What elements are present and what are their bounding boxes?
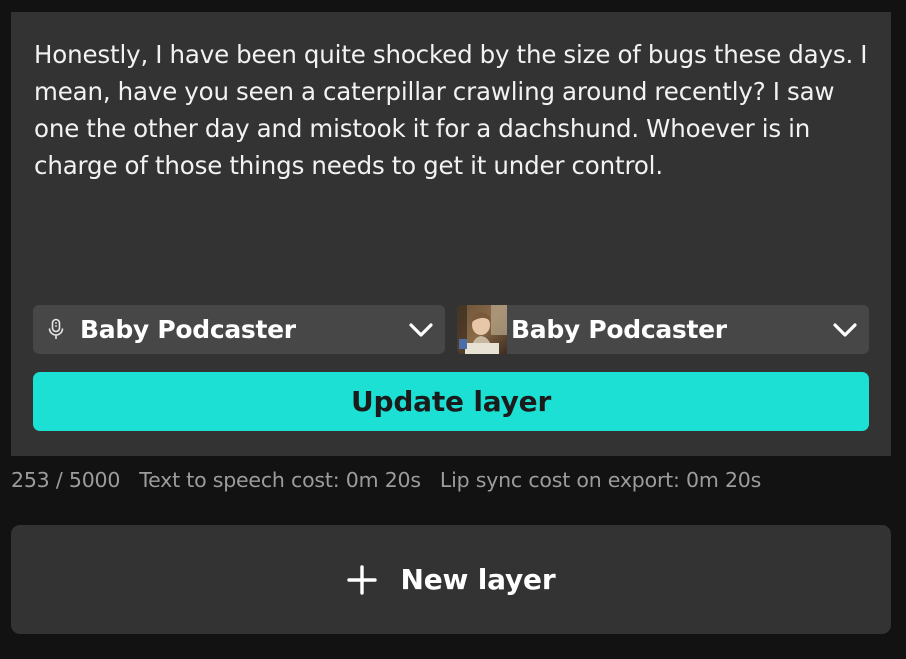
microphone-icon (48, 318, 64, 339)
tts-cost: Text to speech cost: 0m 20s (139, 468, 421, 492)
chevron-down-icon (409, 323, 433, 337)
voice-dropdown[interactable]: Baby Podcaster (33, 305, 445, 354)
layer-stats: 253 / 5000 Text to speech cost: 0m 20s Lip… (11, 466, 761, 494)
new-layer-label: New layer (400, 563, 556, 596)
new-layer-button[interactable]: New layer (11, 525, 891, 634)
lip-sync-cost: Lip sync cost on export: 0m 20s (439, 468, 762, 492)
avatar-dropdown[interactable]: Baby Podcaster (457, 305, 869, 354)
plus-icon (346, 564, 377, 595)
update-layer-button[interactable]: Update layer (33, 372, 869, 431)
chevron-down-icon (833, 323, 857, 337)
layer-editor-card: Honestly, I have been quite shocked by t… (11, 12, 891, 456)
voice-dropdown-label: Baby Podcaster (80, 315, 296, 344)
script-text-area[interactable]: Honestly, I have been quite shocked by t… (34, 36, 874, 184)
avatar-dropdown-label: Baby Podcaster (511, 315, 727, 344)
avatar-thumbnail (457, 305, 507, 354)
character-count: 253 / 5000 (11, 468, 121, 492)
